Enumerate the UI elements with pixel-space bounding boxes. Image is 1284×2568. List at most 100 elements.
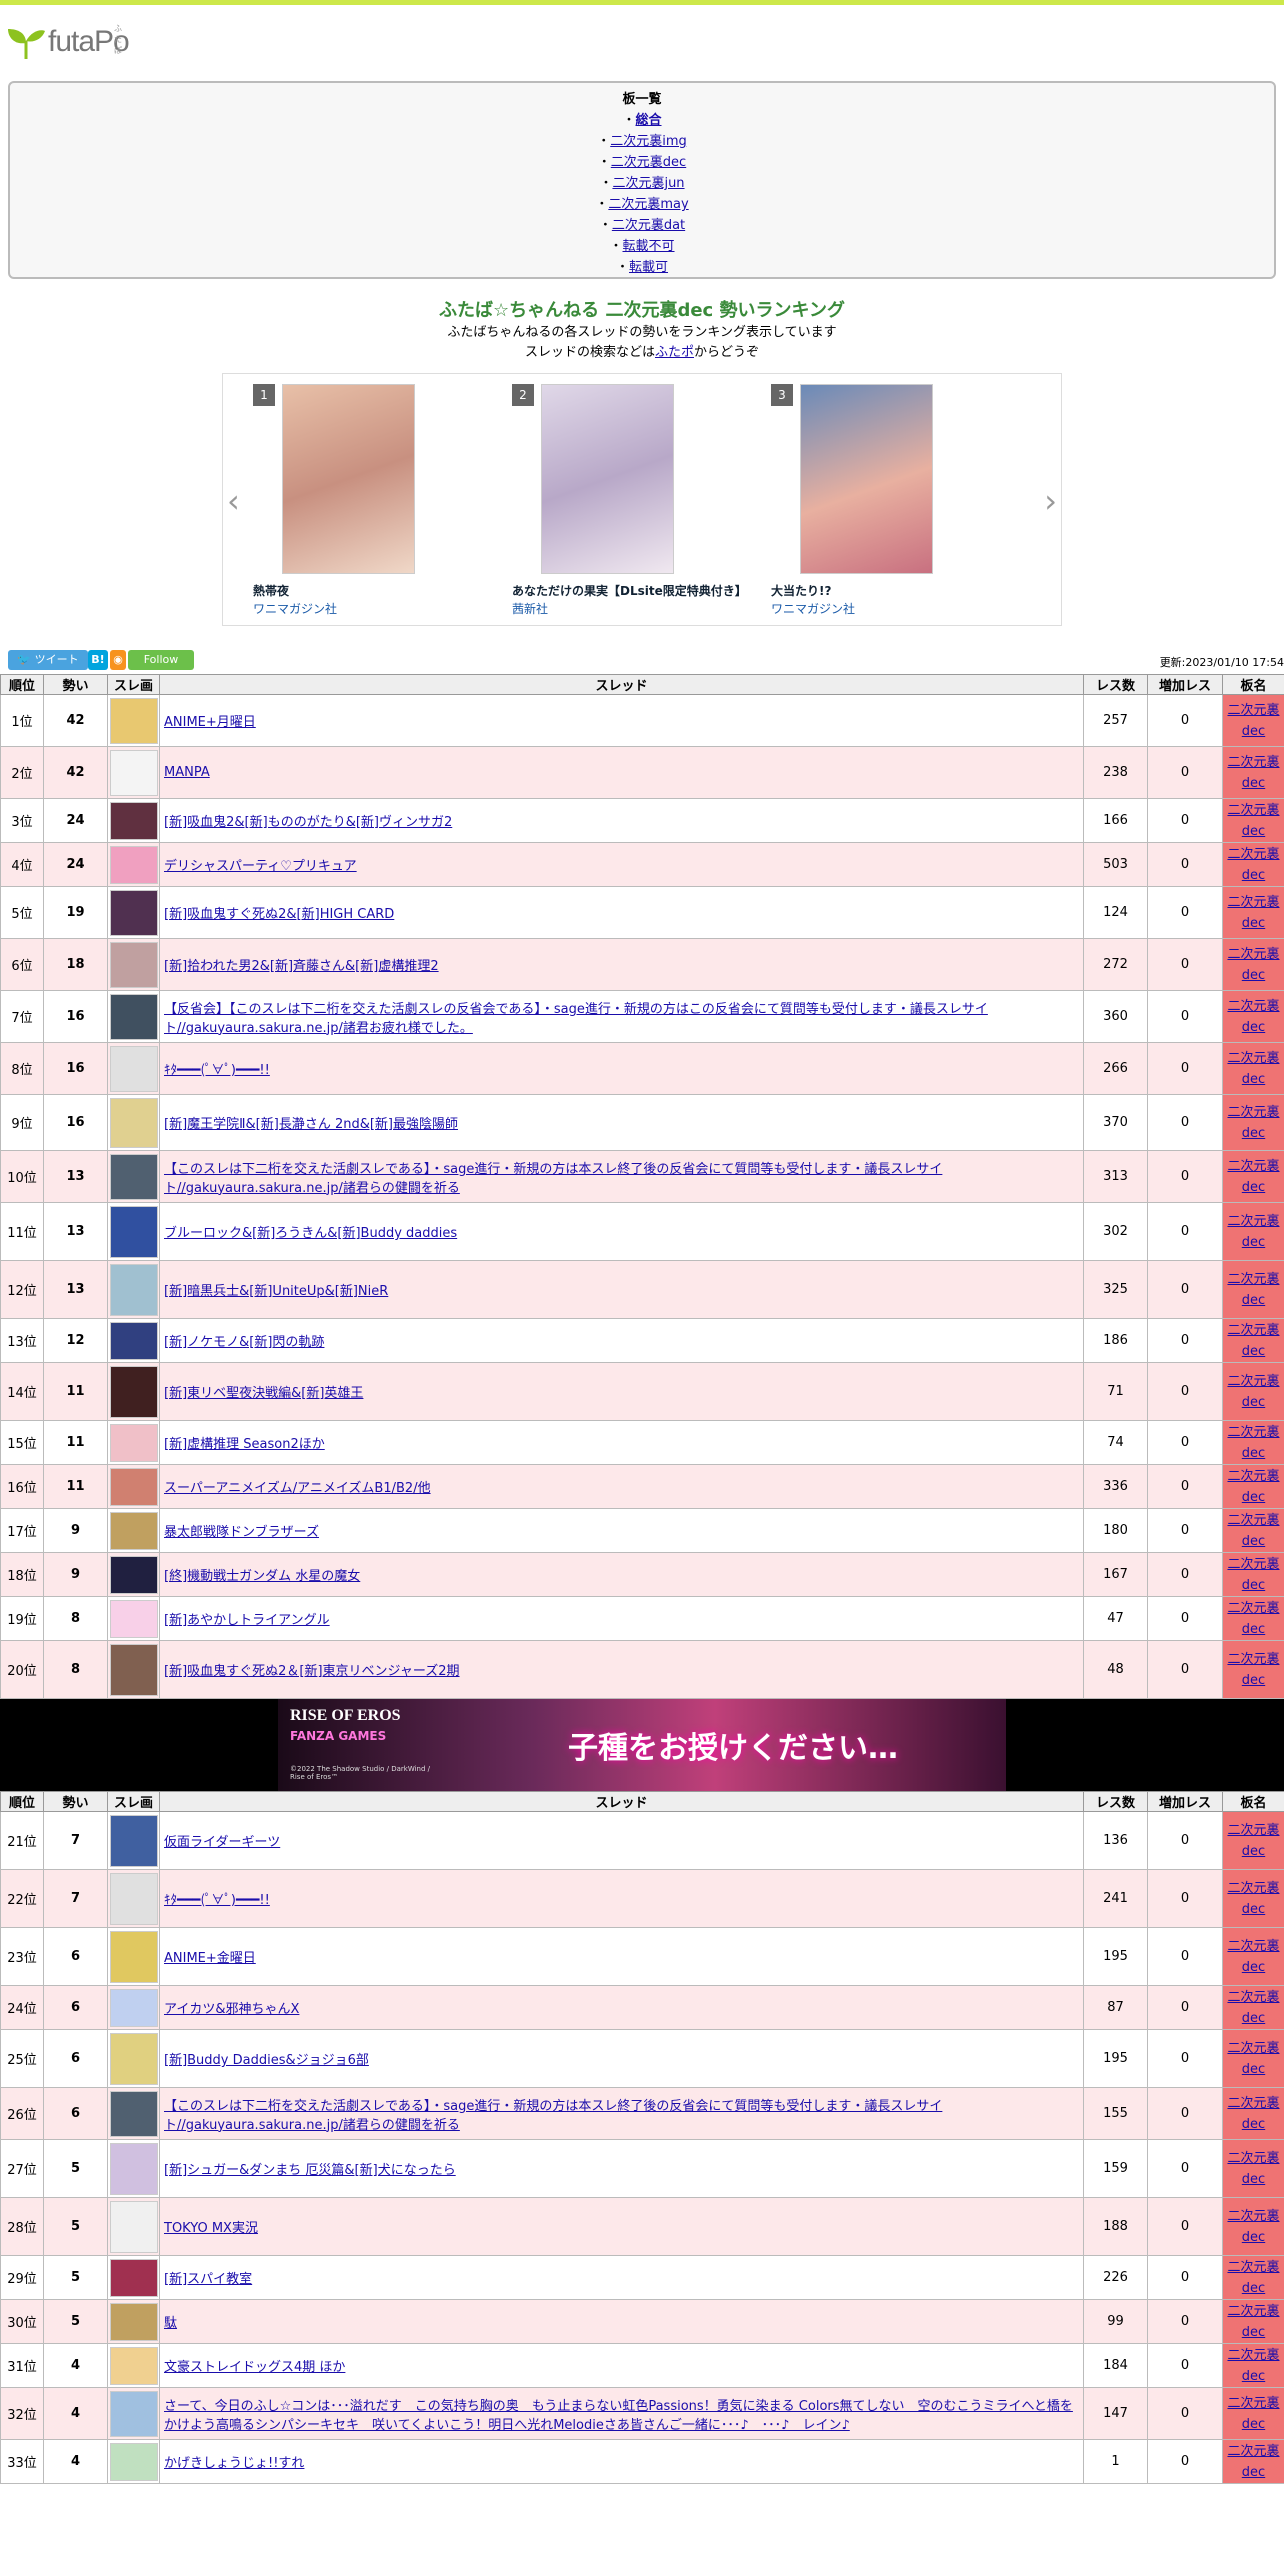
thumbnail-image[interactable] bbox=[110, 2142, 158, 2195]
col-rank[interactable]: 順位 bbox=[0, 674, 44, 695]
board-link[interactable]: 二次元裏 dec bbox=[1227, 895, 1279, 931]
board-link[interactable]: 二次元裏 dec bbox=[1227, 2041, 1279, 2077]
thread-link[interactable]: デリシャスパーティ♡プリキュア bbox=[164, 859, 357, 874]
board-link[interactable]: 二次元裏 dec bbox=[1227, 1513, 1279, 1549]
thread-link[interactable]: さーて、今日のふし☆コンは･･･溢れだす この気持ち胸の奥 もう止まらない虹色P… bbox=[164, 2399, 1073, 2433]
product-title[interactable]: あなただけの果実【DLsite限定特典付き】 bbox=[512, 582, 747, 599]
feedly-follow-button[interactable]: Follow bbox=[128, 650, 194, 670]
thread-link[interactable]: ｷﾀ━━━(ﾟ∀ﾟ)━━━!! bbox=[164, 1893, 270, 1908]
board-link[interactable]: 二次元裏 dec bbox=[1227, 1990, 1279, 2026]
thread-link[interactable]: 暴太郎戦隊ドンブラザーズ bbox=[164, 1525, 319, 1540]
thread-thumbnail[interactable] bbox=[107, 1042, 160, 1095]
thread-link[interactable]: かげきしょうじょ!!すれ bbox=[164, 2456, 304, 2471]
product-publisher[interactable]: ワニマガジン社 bbox=[771, 600, 855, 617]
board-link-jun[interactable]: ・二次元裏jun bbox=[10, 173, 1274, 194]
product-cover-image[interactable] bbox=[541, 384, 674, 574]
thread-link[interactable]: [新]吸血鬼2&[新]もののがたり&[新]ヴィンサガ2 bbox=[164, 815, 452, 830]
futapo-link[interactable]: ふたポ bbox=[655, 345, 694, 360]
board-link[interactable]: 二次元裏 dec bbox=[1227, 1939, 1279, 1975]
thread-link[interactable]: [新]あやかしトライアングル bbox=[164, 1613, 330, 1628]
thread-link[interactable]: [新]ノケモノ&[新]閃の軌跡 bbox=[164, 1335, 324, 1350]
board-link[interactable]: 二次元裏 dec bbox=[1227, 2304, 1279, 2340]
thumbnail-image[interactable] bbox=[110, 1872, 158, 1925]
thumbnail-image[interactable] bbox=[110, 2302, 158, 2341]
thread-link[interactable]: ANIME+月曜日 bbox=[164, 715, 256, 730]
thread-thumbnail[interactable] bbox=[107, 1596, 160, 1641]
thumbnail-image[interactable] bbox=[110, 1814, 158, 1867]
thread-link[interactable]: [新]暗黒兵士&[新]UniteUp&[新]NieR bbox=[164, 1284, 388, 1299]
product-publisher[interactable]: 茜新社 bbox=[512, 600, 548, 617]
thumbnail-image[interactable] bbox=[110, 1153, 158, 1200]
thumbnail-image[interactable] bbox=[110, 1643, 158, 1696]
thread-link[interactable]: [新]拾われた男2&[新]斉藤さん&[新]虚構推理2 bbox=[164, 959, 439, 974]
board-link[interactable]: 二次元裏 dec bbox=[1227, 847, 1279, 883]
board-link[interactable]: 二次元裏 dec bbox=[1227, 1557, 1279, 1593]
thread-thumbnail[interactable] bbox=[107, 746, 160, 799]
board-link-sougou[interactable]: ・総合 bbox=[10, 110, 1274, 131]
site-logo[interactable]: futaPo ふたぽ bbox=[6, 24, 130, 59]
thread-thumbnail[interactable] bbox=[107, 798, 160, 843]
board-link[interactable]: 二次元裏 dec bbox=[1227, 1823, 1279, 1859]
thread-thumbnail[interactable] bbox=[107, 1150, 160, 1203]
board-link[interactable]: 二次元裏 dec bbox=[1227, 1159, 1279, 1195]
thumbnail-image[interactable] bbox=[110, 1511, 158, 1550]
thread-link[interactable]: ｷﾀ━━━(ﾟ∀ﾟ)━━━!! bbox=[164, 1063, 270, 1078]
thread-thumbnail[interactable] bbox=[107, 1552, 160, 1597]
thread-thumbnail[interactable] bbox=[107, 1094, 160, 1151]
thumbnail-image[interactable] bbox=[110, 2200, 158, 2253]
thread-link[interactable]: ブルーロック&[新]ろうきん&[新]Buddy daddies bbox=[164, 1226, 457, 1241]
col-thread[interactable]: スレッド bbox=[159, 1791, 1084, 1812]
col-res[interactable]: レス数 bbox=[1083, 674, 1148, 695]
thumbnail-image[interactable] bbox=[110, 993, 158, 1040]
thread-link[interactable]: MANPA bbox=[164, 765, 210, 780]
product-title[interactable]: 熱帯夜 bbox=[253, 582, 289, 599]
thumbnail-image[interactable] bbox=[110, 1365, 158, 1418]
thread-thumbnail[interactable] bbox=[107, 2387, 160, 2440]
thumbnail-image[interactable] bbox=[110, 1467, 158, 1506]
thread-thumbnail[interactable] bbox=[107, 1318, 160, 1363]
thread-link[interactable]: [新]Buddy Daddies&ジョジョ6部 bbox=[164, 2053, 369, 2068]
thread-thumbnail[interactable] bbox=[107, 2255, 160, 2300]
board-link[interactable]: 二次元裏 dec bbox=[1227, 1881, 1279, 1917]
col-inc[interactable]: 増加レス bbox=[1147, 674, 1223, 695]
thread-link[interactable]: 【このスレは下二桁を交えた活劇スレである】・sage進行・新規の方は本スレ終了後… bbox=[164, 2099, 942, 2133]
thumbnail-image[interactable] bbox=[110, 1930, 158, 1983]
board-link[interactable]: 二次元裏 dec bbox=[1227, 1469, 1279, 1505]
thumbnail-image[interactable] bbox=[110, 1423, 158, 1462]
ad-banner-image[interactable]: RISE OF EROS FANZA GAMES ©2022 The Shado… bbox=[278, 1699, 1006, 1791]
thumbnail-image[interactable] bbox=[110, 697, 158, 744]
thread-link[interactable]: 【反省会】【このスレは下二桁を交えた活劇スレの反省会である】・sage進行・新規… bbox=[164, 1002, 988, 1036]
thread-link[interactable]: 【このスレは下二桁を交えた活劇スレである】・sage進行・新規の方は本スレ終了後… bbox=[164, 1162, 942, 1196]
col-rank[interactable]: 順位 bbox=[0, 1791, 44, 1812]
thread-thumbnail[interactable] bbox=[107, 938, 160, 991]
board-link[interactable]: 二次元裏 dec bbox=[1227, 947, 1279, 983]
thread-link[interactable]: 文豪ストレイドッグス4期 ほか bbox=[164, 2360, 345, 2375]
board-link[interactable]: 二次元裏 dec bbox=[1227, 1425, 1279, 1461]
thread-thumbnail[interactable] bbox=[107, 990, 160, 1043]
thumbnail-image[interactable] bbox=[110, 801, 158, 840]
thread-thumbnail[interactable] bbox=[107, 2139, 160, 2198]
thumbnail-image[interactable] bbox=[110, 749, 158, 796]
thumbnail-image[interactable] bbox=[110, 1555, 158, 1594]
board-link[interactable]: 二次元裏 dec bbox=[1227, 803, 1279, 839]
thumbnail-image[interactable] bbox=[110, 1205, 158, 1258]
thread-thumbnail[interactable] bbox=[107, 886, 160, 939]
thread-thumbnail[interactable] bbox=[107, 2439, 160, 2484]
thread-link[interactable]: アイカツ&邪神ちゃんX bbox=[164, 2002, 299, 2017]
thread-link[interactable]: [新]魔王学院Ⅱ&[新]長瀞さん 2nd&[新]最強陰陽師 bbox=[164, 1117, 458, 1132]
thumbnail-image[interactable] bbox=[110, 2346, 158, 2385]
board-link[interactable]: 二次元裏 dec bbox=[1227, 999, 1279, 1035]
thumbnail-image[interactable] bbox=[110, 1988, 158, 2027]
board-link[interactable]: 二次元裏 dec bbox=[1227, 2444, 1279, 2480]
board-link[interactable]: 二次元裏 dec bbox=[1227, 1374, 1279, 1410]
thread-link[interactable]: スーパーアニメイズム/アニメイズムB1/B2/他 bbox=[164, 1481, 431, 1496]
board-link-dec[interactable]: ・二次元裏dec bbox=[10, 152, 1274, 173]
ad-banner[interactable]: RISE OF EROS FANZA GAMES ©2022 The Shado… bbox=[0, 1699, 1284, 1791]
thread-link[interactable]: [終]機動戦士ガンダム 水星の魔女 bbox=[164, 1569, 360, 1584]
thread-thumbnail[interactable] bbox=[107, 1985, 160, 2030]
thread-thumbnail[interactable] bbox=[107, 1640, 160, 1699]
thread-link[interactable]: [新]吸血鬼すぐ死ぬ2&[新]HIGH CARD bbox=[164, 907, 394, 922]
thread-thumbnail[interactable] bbox=[107, 1927, 160, 1986]
thread-thumbnail[interactable] bbox=[107, 1362, 160, 1421]
product-title[interactable]: 大当たり!? bbox=[771, 582, 831, 599]
